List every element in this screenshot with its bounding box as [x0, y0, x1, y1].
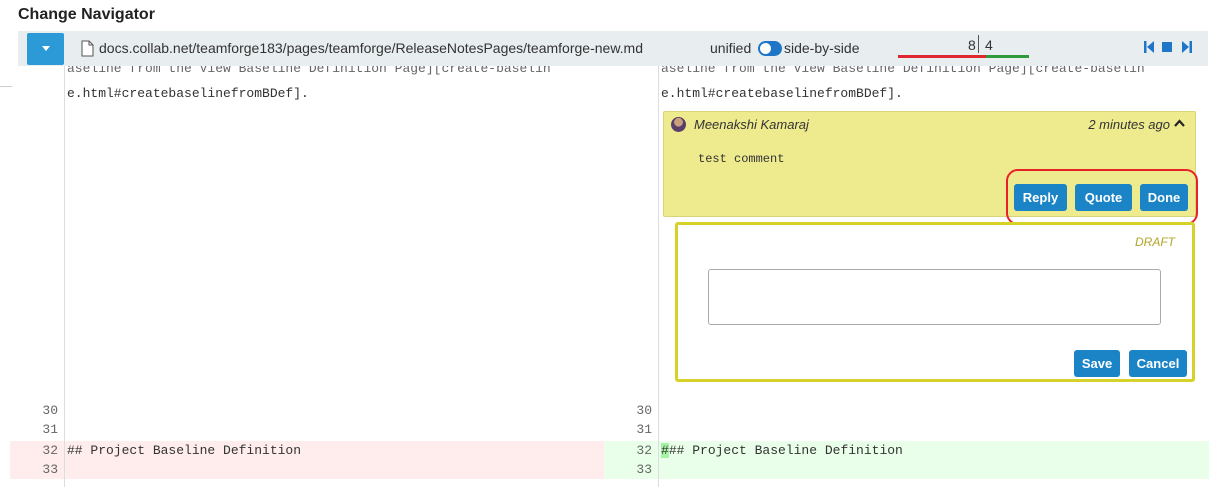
chevron-up-icon[interactable]: [1174, 119, 1185, 127]
right-line-number-31: 31: [636, 422, 652, 437]
left-line-number-33: 33: [42, 462, 58, 474]
first-change-icon[interactable]: [1144, 41, 1154, 53]
draft-label: DRAFT: [1135, 235, 1175, 249]
right-line-32-text: ### Project Baseline Definition: [661, 443, 903, 458]
right-line-number-33: 33: [636, 462, 652, 474]
deleted-lines-count: 8: [968, 37, 976, 53]
navigator-dropdown-button[interactable]: [27, 33, 64, 65]
comment-body: test comment: [698, 152, 785, 166]
added-lines-bar: [986, 55, 1029, 58]
deleted-lines-bar: [898, 55, 986, 58]
chevron-down-icon: [42, 46, 50, 51]
left-wrap-line: e.html#createbaselinefromBDef].: [67, 86, 309, 101]
toggle-knob: [760, 43, 771, 54]
left-top-partial-line: aseline from the View Baseline Definitio…: [67, 66, 551, 76]
added-char-highlight: #: [661, 443, 669, 458]
right-top-partial-line: aseline from the View Baseline Definitio…: [661, 66, 1145, 76]
right-wrap-line: e.html#createbaselinefromBDef].: [661, 86, 903, 101]
right-line-number-30: 30: [636, 403, 652, 418]
left-line-number-32: 32: [42, 443, 58, 458]
deleted-row-33-bg: [10, 460, 604, 479]
draft-comment-input[interactable]: [708, 269, 1161, 325]
cancel-button[interactable]: Cancel: [1129, 350, 1187, 377]
count-divider: [978, 35, 979, 53]
view-mode-toggle[interactable]: [758, 41, 782, 56]
unified-view-label[interactable]: unified: [710, 40, 751, 56]
avatar: [671, 117, 686, 132]
page-title: Change Navigator: [18, 6, 155, 23]
left-line-number-30: 30: [42, 403, 58, 418]
stop-icon[interactable]: [1162, 42, 1172, 52]
comment-author: Meenakshi Kamaraj: [694, 117, 809, 132]
last-change-icon[interactable]: [1182, 41, 1192, 53]
added-row-33-bg: [604, 460, 1209, 479]
comment-time: 2 minutes ago: [1088, 117, 1170, 132]
right-line-32-content: ## Project Baseline Definition: [668, 443, 903, 458]
left-line-number-31: 31: [42, 422, 58, 437]
left-line-32-text: ## Project Baseline Definition: [67, 443, 302, 458]
file-icon: [81, 40, 94, 57]
right-line-number-32: 32: [636, 443, 652, 458]
change-navigator-bar: docs.collab.net/teamforge183/pages/teamf…: [18, 31, 1208, 66]
save-button[interactable]: Save: [1074, 350, 1120, 377]
side-by-side-view-label[interactable]: side-by-side: [784, 40, 859, 56]
file-path[interactable]: docs.collab.net/teamforge183/pages/teamf…: [99, 40, 643, 56]
highlight-annotation-ring: [1006, 169, 1198, 225]
added-lines-count: 4: [985, 37, 993, 53]
draft-comment-box: DRAFT Save Cancel: [675, 222, 1195, 382]
